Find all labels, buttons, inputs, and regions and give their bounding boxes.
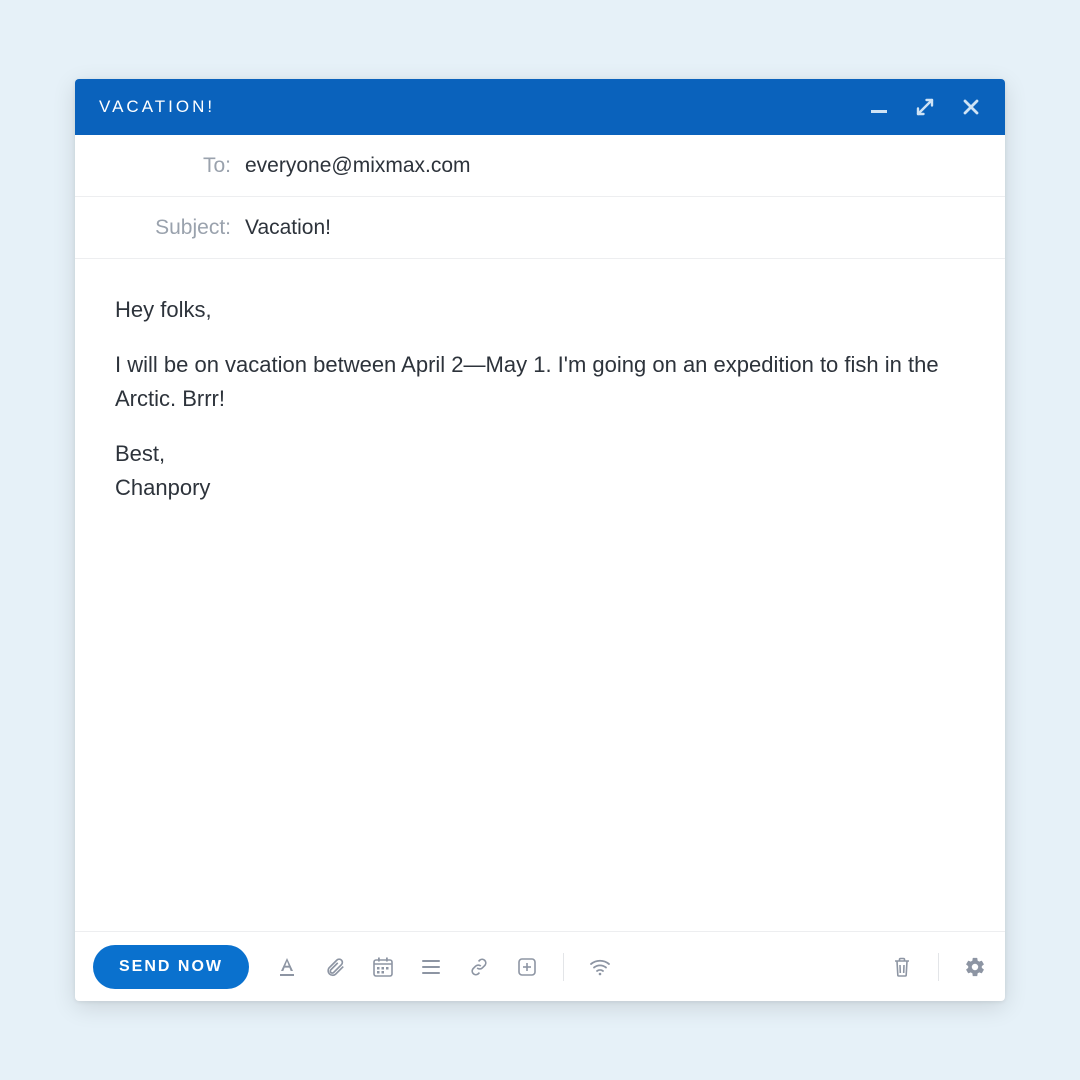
calendar-icon[interactable]	[371, 955, 395, 979]
text-format-icon[interactable]	[275, 955, 299, 979]
send-button[interactable]: SEND NOW	[93, 945, 249, 989]
subject-row: Subject:	[75, 197, 1005, 259]
toolbar-separator	[563, 953, 564, 981]
attachment-icon[interactable]	[323, 955, 347, 979]
body-paragraph: Hey folks,	[115, 293, 965, 326]
subject-input[interactable]	[245, 216, 995, 240]
close-icon[interactable]	[961, 97, 981, 117]
link-icon[interactable]	[467, 955, 491, 979]
to-input[interactable]	[245, 154, 995, 178]
compose-window: VACATION! To: Subject: Hey	[75, 79, 1005, 1001]
titlebar: VACATION!	[75, 79, 1005, 135]
insert-icon[interactable]	[515, 955, 539, 979]
message-body[interactable]: Hey folks, I will be on vacation between…	[75, 259, 1005, 931]
list-icon[interactable]	[419, 955, 443, 979]
format-group	[275, 955, 539, 979]
wifi-icon[interactable]	[588, 955, 612, 979]
trash-icon[interactable]	[890, 955, 914, 979]
settings-icon[interactable]	[963, 955, 987, 979]
to-label: To:	[75, 154, 245, 178]
subject-label: Subject:	[75, 216, 245, 240]
expand-icon[interactable]	[915, 97, 935, 117]
to-row: To:	[75, 135, 1005, 197]
body-paragraph: Best, Chanpory	[115, 437, 965, 504]
minimize-icon[interactable]	[869, 97, 889, 117]
window-controls	[869, 97, 981, 117]
window-title: VACATION!	[99, 97, 215, 117]
toolbar-separator	[938, 953, 939, 981]
compose-toolbar: SEND NOW	[75, 931, 1005, 1001]
body-paragraph: I will be on vacation between April 2—Ma…	[115, 348, 965, 415]
